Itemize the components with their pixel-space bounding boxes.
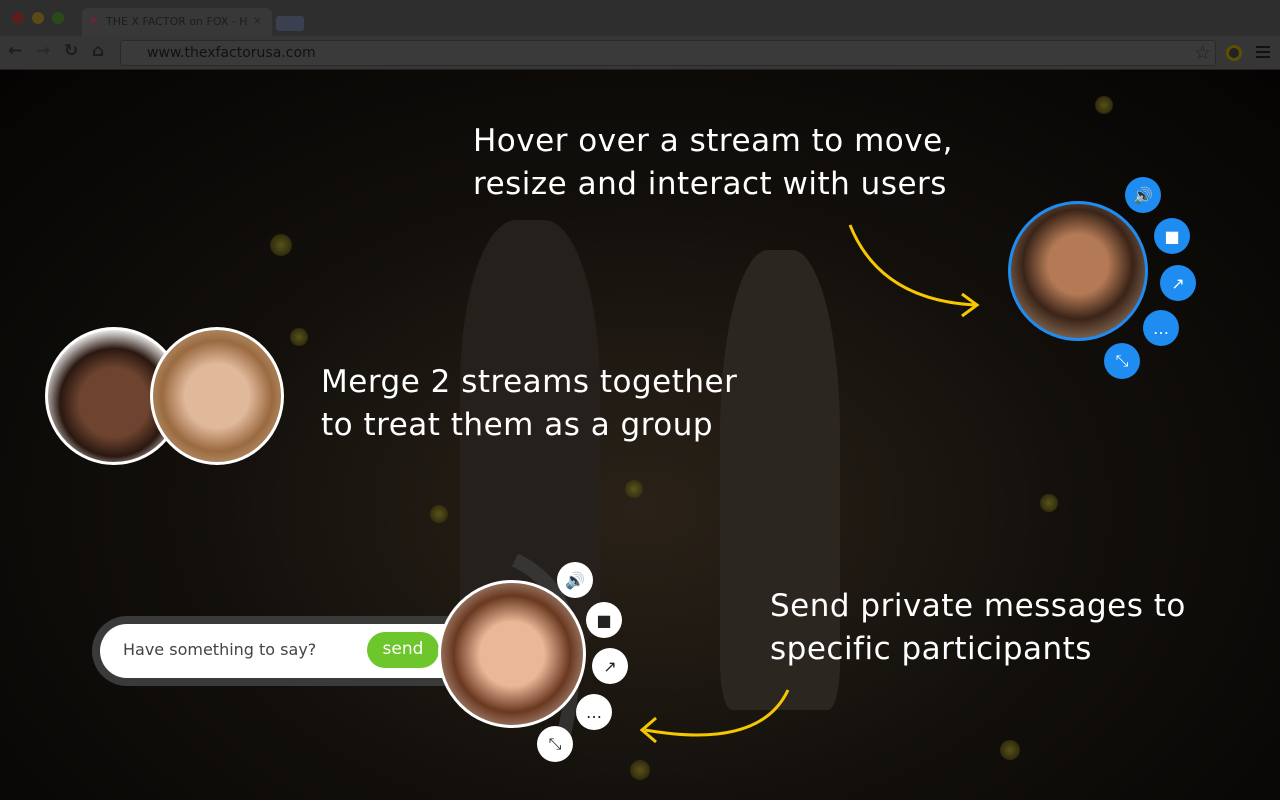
resize-icon[interactable]: ⤡ xyxy=(1104,343,1140,379)
volume-icon[interactable]: 🔊 xyxy=(1125,177,1161,213)
volume-icon[interactable]: 🔊 xyxy=(557,562,593,598)
stream-avatar-hover[interactable] xyxy=(1008,201,1148,341)
video-icon[interactable]: ■ xyxy=(1154,218,1190,254)
arrow-private xyxy=(644,689,790,737)
send-button[interactable]: send xyxy=(367,632,439,668)
stream-avatar-private[interactable] xyxy=(438,580,586,728)
chat-placeholder: Have something to say? xyxy=(123,640,317,659)
resize-icon[interactable]: ⤡ xyxy=(537,726,573,762)
arrow-hover xyxy=(848,224,976,307)
share-icon[interactable]: ↗ xyxy=(592,648,628,684)
share-icon[interactable]: ↗ xyxy=(1160,265,1196,301)
merged-avatar-right[interactable] xyxy=(150,327,284,465)
chat-icon[interactable]: … xyxy=(1143,310,1179,346)
chat-icon[interactable]: … xyxy=(576,694,612,730)
video-icon[interactable]: ■ xyxy=(586,602,622,638)
